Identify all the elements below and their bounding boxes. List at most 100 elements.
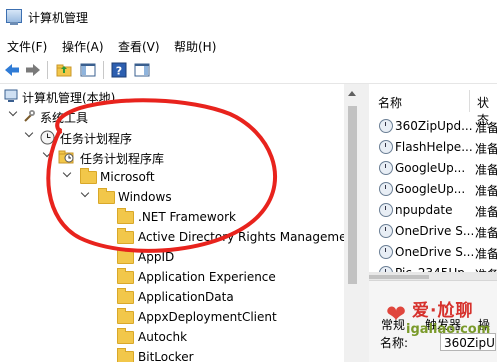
tree-item-windows[interactable]: Windows <box>0 187 340 207</box>
tree-label-task-library: 任务计划程序库 <box>80 152 165 166</box>
task-folder-icon <box>58 150 74 164</box>
help-icon[interactable]: ? <box>110 61 128 79</box>
list-item[interactable]: 360ZipUpd... 准备 <box>369 116 497 137</box>
folder-icon <box>117 268 134 284</box>
scroll-thumb[interactable] <box>348 106 357 284</box>
list-item[interactable]: npupdate 准备 <box>369 200 497 221</box>
console-tree: 计算机管理(本地) 系统工具 任务计划程序 任务计划程序库 Microsoft … <box>0 84 344 362</box>
system-tools-icon <box>24 110 35 122</box>
back-icon[interactable] <box>3 61 21 79</box>
site-watermark: ❤ 爱·尬聊 igaliao.com <box>386 296 497 346</box>
computer-icon <box>4 89 18 102</box>
tree-item-system-tools[interactable]: 系统工具 <box>0 106 340 126</box>
tree-item-child[interactable]: Application Experience <box>0 267 344 287</box>
tree-label-windows: Windows <box>118 190 172 204</box>
task-icon <box>379 161 393 175</box>
watermark-url: igaliao.com <box>406 322 491 337</box>
tree-label-child: BitLocker <box>138 350 194 362</box>
task-name: OneDrive S... <box>395 245 475 259</box>
pane-splitter[interactable] <box>361 84 369 362</box>
task-icon <box>379 140 393 154</box>
tree-label-child: .NET Framework <box>138 210 236 224</box>
window-title: 计算机管理 <box>28 11 89 25</box>
chevron-down-icon[interactable] <box>42 148 52 158</box>
tree-item-child[interactable]: AppID <box>0 247 344 267</box>
menu-view[interactable]: 查看(V) <box>118 38 160 55</box>
task-name: OneDrive S... <box>395 224 475 238</box>
list-item[interactable]: GoogleUp... 准备 <box>369 179 497 200</box>
horizontal-scroll-thumb[interactable] <box>369 275 429 279</box>
chevron-down-icon[interactable] <box>8 107 18 117</box>
tree-item-child[interactable]: ApplicationData <box>0 287 344 307</box>
tree-label-task-scheduler: 任务计划程序 <box>60 132 133 146</box>
tree-label-child: AppID <box>138 250 175 264</box>
tree-label-system-tools: 系统工具 <box>40 111 89 125</box>
folder-icon <box>98 188 115 204</box>
task-icon <box>379 203 393 217</box>
task-name: 360ZipUpd... <box>395 119 473 133</box>
folder-icon <box>117 228 134 244</box>
up-folder-icon[interactable] <box>55 61 73 79</box>
list-item[interactable]: GoogleUp... 准备 <box>369 158 497 179</box>
chevron-down-icon[interactable] <box>80 188 90 198</box>
task-name: GoogleUp... <box>395 182 466 196</box>
tree-item-root[interactable]: 计算机管理(本地) <box>0 86 340 106</box>
menu-bar: 文件(F) 操作(A) 查看(V) 帮助(H) <box>0 33 497 57</box>
task-icon <box>379 224 393 238</box>
tree-scrollbar[interactable] <box>344 84 361 362</box>
task-name: FlashHelpe... <box>395 140 473 154</box>
folder-icon <box>117 348 134 362</box>
task-status: 准备 <box>475 205 497 219</box>
task-status: 准备 <box>475 247 497 261</box>
task-status: 准备 <box>475 184 497 198</box>
task-status: 准备 <box>475 121 497 135</box>
tree-item-child[interactable]: AppxDeploymentClient <box>0 307 344 327</box>
tree-item-microsoft[interactable]: Microsoft <box>0 167 340 187</box>
heart-logo-icon: ❤ <box>386 300 407 328</box>
tree-item-child[interactable]: .NET Framework <box>0 207 344 227</box>
list-item[interactable]: OneDrive S... 准备 <box>369 242 497 263</box>
tree-item-child[interactable]: Autochk <box>0 327 344 347</box>
column-header-name[interactable]: 名称 <box>378 94 402 111</box>
task-icon <box>379 119 393 133</box>
action-pane-icon[interactable] <box>133 61 151 79</box>
tree-label-root: 计算机管理(本地) <box>22 91 116 105</box>
folder-icon <box>117 308 134 324</box>
toolbar: ? <box>0 57 497 84</box>
chevron-down-icon[interactable] <box>24 128 34 138</box>
folder-icon <box>117 288 134 304</box>
watermark-title: 爱·尬聊 <box>412 301 474 321</box>
clock-icon <box>40 130 55 145</box>
scroll-up-icon[interactable] <box>348 91 356 96</box>
tree-item-child[interactable]: BitLocker <box>0 347 344 362</box>
list-item[interactable]: OneDrive S... 准备 <box>369 221 497 242</box>
task-name: GoogleUp... <box>395 161 466 175</box>
tree-label-microsoft: Microsoft <box>100 170 155 184</box>
chevron-down-icon[interactable] <box>62 168 72 178</box>
tree-label-child: Autochk <box>138 330 188 344</box>
task-icon <box>379 245 393 259</box>
tree-label-child: AppxDeploymentClient <box>138 310 277 324</box>
list-item[interactable]: FlashHelpe... 准备 <box>369 137 497 158</box>
folder-icon <box>117 328 134 344</box>
task-name: npupdate <box>395 203 453 217</box>
folder-icon <box>117 248 134 264</box>
forward-icon[interactable] <box>24 61 42 79</box>
tree-item-task-scheduler[interactable]: 任务计划程序 <box>0 127 340 147</box>
svg-text:?: ? <box>116 65 122 78</box>
tree-label-child: Application Experience <box>138 270 276 284</box>
tree-label-child: Active Directory Rights Managemer <box>138 230 344 244</box>
tree-item-task-library[interactable]: 任务计划程序库 <box>0 147 340 167</box>
tree-item-child[interactable]: Active Directory Rights Managemer <box>0 227 344 247</box>
show-hide-tree-icon[interactable] <box>79 61 97 79</box>
task-icon <box>379 182 393 196</box>
computer-management-icon <box>6 9 22 25</box>
menu-help[interactable]: 帮助(H) <box>174 38 216 55</box>
menu-file[interactable]: 文件(F) <box>7 38 47 55</box>
tree-label-child: ApplicationData <box>138 290 234 304</box>
task-status: 准备 <box>475 226 497 240</box>
folder-icon <box>117 208 134 224</box>
menu-action[interactable]: 操作(A) <box>62 38 104 55</box>
task-status: 准备 <box>475 163 497 177</box>
folder-icon <box>80 168 97 184</box>
